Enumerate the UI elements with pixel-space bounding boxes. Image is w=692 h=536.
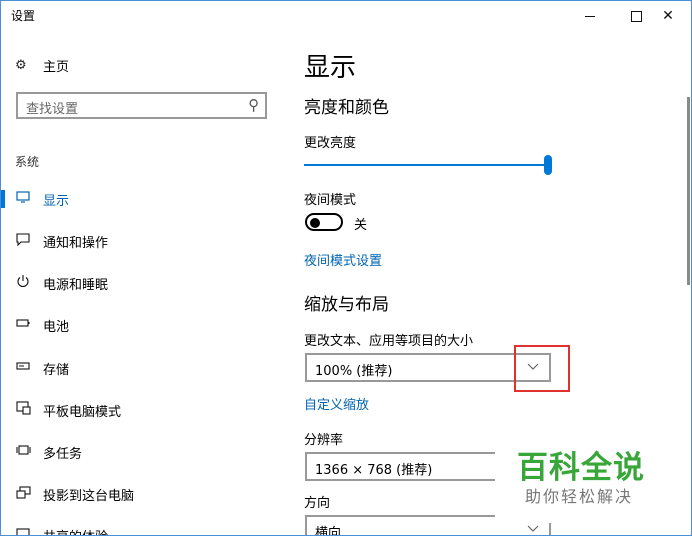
sidebar-group-label: 系统: [15, 155, 40, 169]
night-mode-settings-link[interactable]: 夜间模式设置: [304, 250, 382, 269]
sidebar-home[interactable]: ⚙ 主页: [15, 55, 69, 75]
close-button[interactable]: ✕: [645, 1, 691, 31]
tablet-icon: [15, 400, 31, 416]
brightness-slider-track[interactable]: [304, 164, 548, 166]
sidebar-item-label: 电池: [43, 320, 70, 335]
sidebar-item-storage[interactable]: 存储: [1, 352, 271, 382]
sidebar-home-label: 主页: [43, 59, 70, 75]
search-placeholder: 查找设置: [26, 102, 79, 117]
sidebar-item-shared[interactable]: 共享的体验: [1, 519, 271, 535]
sidebar-item-label: 平板电脑模式: [43, 405, 122, 420]
close-icon: ✕: [662, 8, 674, 24]
minimize-button[interactable]: [567, 1, 613, 31]
power-icon: [15, 273, 31, 289]
resolution-label: 分辨率: [304, 433, 344, 448]
watermark-subtitle: 助你轻松解决: [525, 487, 634, 506]
brightness-slider-thumb[interactable]: [544, 155, 552, 175]
sidebar-item-battery[interactable]: 电池: [1, 309, 271, 339]
sidebar-item-tablet[interactable]: 平板电脑模式: [1, 394, 271, 424]
scrollbar[interactable]: [687, 97, 690, 285]
window-title: 设置: [11, 9, 36, 23]
night-mode-state: 关: [354, 218, 368, 233]
sidebar-item-label: 投影到这台电脑: [43, 489, 135, 504]
sidebar-item-multitasking[interactable]: 多任务: [1, 436, 271, 466]
sidebar-item-notifications[interactable]: 通知和操作: [1, 225, 271, 255]
multitask-icon: [15, 442, 31, 458]
section-title-scale: 缩放与布局: [304, 295, 389, 315]
maximize-icon: [630, 10, 642, 22]
storage-icon: [15, 358, 31, 374]
search-input[interactable]: 查找设置 ⚲: [16, 92, 267, 119]
sidebar-item-label: 存储: [43, 363, 70, 378]
project-icon: [15, 484, 31, 500]
title-bar: 设置 ✕: [1, 1, 691, 31]
scale-label: 更改文本、应用等项目的大小: [304, 334, 474, 349]
sidebar-item-label: 通知和操作: [43, 236, 109, 251]
scale-dropdown-value: 100% (推荐): [315, 364, 393, 379]
monitor-icon: [15, 189, 31, 205]
night-mode-label: 夜间模式: [304, 193, 357, 208]
sidebar-item-project[interactable]: 投影到这台电脑: [1, 478, 271, 508]
notification-icon: [15, 231, 31, 247]
page-title: 显示: [304, 53, 357, 83]
minimize-icon: [585, 15, 595, 17]
annotation-highlight-box: [514, 345, 570, 392]
resolution-dropdown-value: 1366 × 768 (推荐): [315, 463, 433, 478]
sidebar-item-label: 多任务: [43, 447, 83, 462]
battery-icon: [15, 315, 31, 331]
sidebar-item-label: 显示: [43, 194, 70, 209]
sidebar-item-display[interactable]: 显示: [1, 183, 271, 213]
toggle-knob: [310, 217, 320, 228]
gear-icon: ⚙: [15, 57, 27, 73]
orientation-dropdown-value: 横向: [315, 526, 342, 536]
sidebar-item-power[interactable]: 电源和睡眠: [1, 267, 271, 297]
search-icon: ⚲: [248, 96, 259, 114]
sidebar-item-label: 电源和睡眠: [43, 278, 109, 293]
custom-scaling-link[interactable]: 自定义缩放: [304, 394, 369, 413]
sidebar-item-label: 共享的体验: [43, 526, 108, 535]
active-indicator: [1, 190, 5, 208]
watermark-title: 百科全说: [517, 450, 645, 486]
share-icon: [15, 525, 31, 535]
orientation-label: 方向: [304, 496, 331, 511]
settings-window: 设置 ✕ ⚙ 主页 查找设置 ⚲ 系统 显示 通知和操作 电源和睡眠 电池 存储…: [0, 0, 692, 536]
brightness-label: 更改亮度: [304, 136, 357, 151]
night-mode-toggle[interactable]: [305, 213, 343, 231]
section-title-brightness: 亮度和颜色: [304, 98, 389, 118]
